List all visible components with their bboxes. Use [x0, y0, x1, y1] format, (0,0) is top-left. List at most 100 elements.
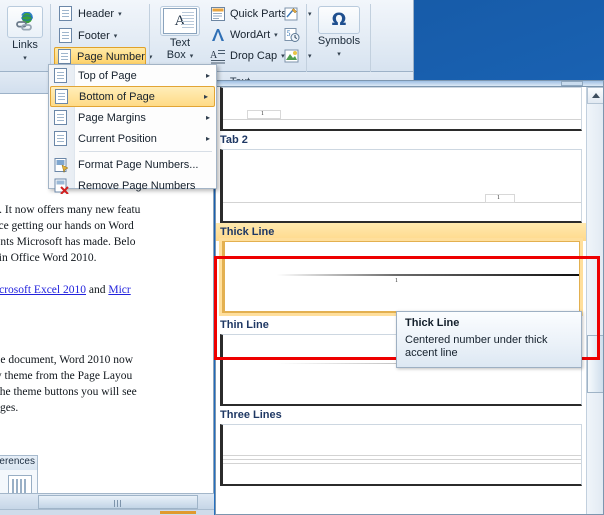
status-bar-strip: [0, 509, 214, 515]
links-icon: [7, 6, 43, 38]
text-box-icon: A: [160, 6, 200, 36]
page-bottom-icon: [55, 88, 71, 105]
submenu-arrow-icon: ▸: [205, 71, 210, 80]
page-number-button-label: Page Number: [77, 50, 145, 63]
quick-parts-label: Quick Parts: [230, 8, 287, 20]
ribbon-group-links: Links ▾: [2, 2, 49, 80]
doc-paragraph-4-line-2: y apply any theme from the Page Layou: [0, 370, 133, 382]
horizontal-scrollbar[interactable]: [0, 493, 214, 509]
gallery-thumbnail: 1: [220, 87, 582, 131]
page-top-icon: [54, 67, 70, 84]
triangle-up-icon: [591, 93, 600, 98]
chevron-down-icon: ▾: [23, 55, 27, 62]
divider-line: [223, 459, 581, 460]
tab-box-shape: [247, 110, 281, 119]
tooltip-title: Thick Line: [405, 317, 460, 329]
symbols-button[interactable]: Ω Symbols ▾: [314, 4, 364, 59]
vertical-scrollbar-thumb[interactable]: [587, 335, 603, 393]
text-box-label-line2: Box ▾: [166, 49, 194, 61]
tooltip-description: Centered number under thick accent line: [405, 334, 548, 359]
menu-item-format-page-numbers[interactable]: Format Page Numbers...: [49, 154, 216, 175]
gallery-scroll-content: 1 Tab 2 1 Thick Line 1 Thin Line Three L…: [216, 87, 588, 486]
drop-cap-label: Drop Cap: [230, 50, 278, 62]
scroll-up-button[interactable]: [587, 87, 603, 104]
gallery-item-label: Tab 2: [220, 134, 248, 146]
menu-item-bottom-of-page[interactable]: Bottom of Page ▸: [50, 86, 215, 107]
doc-paragraph-4-line-3: y clicking the theme buttons you will se…: [0, 386, 137, 398]
footer-button-label: Footer: [78, 29, 110, 42]
zoom-indicator: [160, 511, 196, 514]
text-box-button[interactable]: A Text Box ▾: [156, 4, 204, 63]
links-button[interactable]: Links ▾: [3, 4, 47, 63]
symbols-button-label: Symbols: [317, 35, 361, 47]
doc-paragraph-2-line-2: before. Since getting our hands on Word: [0, 220, 134, 232]
gallery-tooltip: Thick Line Centered number under thick a…: [396, 311, 582, 368]
gallery-item-three-lines[interactable]: Three Lines: [216, 406, 588, 486]
horizontal-scrollbar-thumb[interactable]: [38, 495, 198, 509]
footer-button[interactable]: Footer ▾: [56, 26, 144, 45]
gallery-vertical-scrollbar[interactable]: [586, 87, 603, 514]
divider-line: [223, 455, 581, 456]
chevron-down-icon: ▾: [274, 32, 278, 39]
tab-box-shape: [485, 194, 515, 203]
chevron-down-icon: ▾: [308, 53, 312, 60]
insert-object-button[interactable]: ▾: [284, 46, 312, 66]
menu-item-label: Top of Page: [78, 69, 137, 82]
gallery-thumbnail: 1: [222, 241, 580, 313]
format-page-numbers-icon: [54, 157, 70, 173]
footer-icon: [59, 28, 74, 43]
doc-paragraph-2-line-3: improvements Microsoft has made. Belo: [0, 236, 136, 248]
gallery-item-tab-2[interactable]: Tab 2 1: [216, 131, 588, 223]
word-application-window: Links ▾ Header ▾ Footer ▾ Page Number ▾: [0, 0, 604, 515]
gallery-item-top-partial[interactable]: 1: [216, 87, 588, 131]
date-time-button[interactable]: 5: [284, 25, 308, 45]
divider-line: [223, 463, 581, 464]
quick-parts-button[interactable]: Quick Parts ▾: [210, 4, 294, 24]
signature-line-icon: [284, 6, 300, 22]
chevron-down-icon: ▾: [118, 10, 122, 18]
doc-paragraph-3: on both Microsoft Excel 2010 and Micr: [0, 282, 213, 298]
submenu-arrow-icon: ▸: [205, 113, 210, 122]
omega-icon: Ω: [318, 6, 360, 34]
doc-text-fragment: and: [86, 284, 109, 296]
quick-parts-icon: [210, 6, 226, 22]
thick-accent-line: [277, 274, 579, 276]
menu-item-top-of-page[interactable]: Top of Page ▸: [49, 65, 216, 86]
menu-item-label: Page Margins: [78, 111, 146, 124]
header-button-label: Header: [78, 7, 115, 20]
chevron-down-icon: ▾: [337, 51, 341, 58]
page-number-preview: 1: [497, 195, 500, 201]
header-button[interactable]: Header ▾: [56, 4, 144, 23]
hyperlink-excel-2010[interactable]: Microsoft Excel 2010: [0, 284, 86, 296]
current-position-icon: [54, 130, 70, 147]
gallery-item-thick-line[interactable]: Thick Line 1: [216, 223, 588, 313]
doc-paragraph-2-line-4: u will find in Office Word 2010.: [0, 252, 97, 264]
page-number-gallery[interactable]: 1 Tab 2 1 Thick Line 1 Thin Line Three L…: [215, 86, 604, 515]
wordart-button[interactable]: WordArt ▾: [210, 25, 278, 45]
divider-line: [223, 202, 581, 203]
page-number-preview: 1: [395, 278, 398, 284]
signature-line-button[interactable]: ▾: [284, 4, 312, 24]
page-margins-icon: [54, 109, 70, 126]
gallery-item-label: Thick Line: [216, 223, 588, 241]
menu-item-remove-page-numbers[interactable]: Remove Page Numbers: [49, 175, 216, 196]
submenu-arrow-icon: ▸: [203, 92, 208, 101]
hyperlink-microsoft[interactable]: Micr: [108, 284, 130, 296]
references-tab-label[interactable]: eferences: [0, 455, 37, 470]
menu-item-label: Format Page Numbers...: [78, 158, 199, 171]
page-number-dropdown-menu[interactable]: Top of Page ▸ Bottom of Page ▸ Page Marg…: [48, 64, 217, 195]
menu-item-current-position[interactable]: Current Position ▸: [49, 128, 216, 149]
gallery-item-label: Three Lines: [220, 409, 282, 421]
menu-item-label: Current Position: [78, 132, 157, 145]
links-button-label: Links: [12, 39, 38, 51]
page-number-preview: 1: [261, 111, 264, 117]
chevron-down-icon: ▾: [308, 11, 312, 18]
drop-cap-button[interactable]: A Drop Cap ▾: [210, 46, 285, 66]
svg-text:A: A: [210, 50, 218, 61]
remove-page-numbers-icon: [54, 178, 70, 195]
menu-item-page-margins[interactable]: Page Margins ▸: [49, 107, 216, 128]
divider-line: [223, 119, 581, 120]
scrollbar-grip-icon: [114, 500, 122, 507]
doc-paragraph-4-line-1: of the whole document, Word 2010 now: [0, 354, 134, 366]
menu-divider: [79, 151, 212, 152]
